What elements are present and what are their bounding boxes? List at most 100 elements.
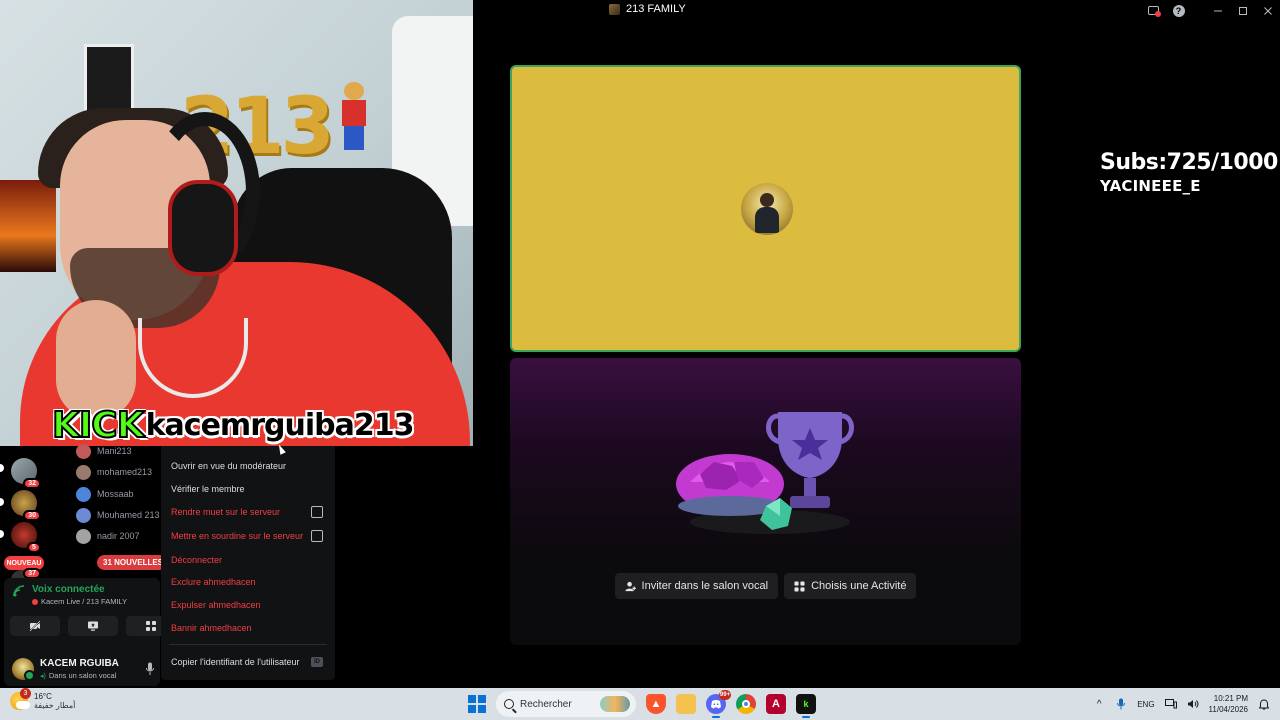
member-avatar: [76, 486, 91, 502]
subs-counter: Subs:725/1000: [1100, 150, 1278, 175]
help-icon: ?: [1172, 4, 1185, 17]
invite-voice-button[interactable]: Inviter dans le salon vocal: [614, 573, 779, 599]
kick-banner: KICK kacemrguiba213: [51, 405, 415, 447]
camera-off-button[interactable]: [10, 616, 60, 636]
member-name: mohamed213: [97, 467, 153, 477]
voice-status-icon: ◂): [40, 672, 46, 680]
unread-indicator: [0, 530, 4, 538]
server-mute-item[interactable]: Rendre muet sur le serveur: [171, 507, 280, 517]
microphone-tray-icon[interactable]: [1115, 698, 1127, 710]
weather-badge: 3: [20, 688, 31, 699]
inbox-icon: [1148, 6, 1161, 17]
server-deafen-checkbox[interactable]: [311, 530, 323, 542]
server-badge: 32: [23, 478, 41, 489]
window-title-text: 213 FAMILY: [626, 3, 686, 15]
windows-taskbar: 3 16°C أمطار خفيفة Rechercher ▲ 99+ A k …: [0, 688, 1280, 720]
window-title: 213 FAMILY: [609, 3, 686, 15]
search-highlight-icon: [600, 696, 630, 712]
user-status-text: Dans un salon vocal: [48, 671, 117, 680]
menu-divider: [169, 644, 327, 645]
minimize-icon: [1213, 10, 1222, 11]
brave-browser-icon[interactable]: ▲: [646, 694, 666, 714]
share-screen-button[interactable]: [68, 616, 118, 636]
member-avatar: [76, 464, 91, 480]
search-placeholder: Rechercher: [520, 698, 572, 710]
clock-time: 10:21 PM: [1213, 694, 1248, 703]
unread-indicator: [0, 498, 4, 506]
taskbar-apps: Rechercher ▲ 99+ A k: [468, 690, 816, 718]
member-item[interactable]: Mani213: [76, 442, 132, 460]
user-avatar[interactable]: [12, 658, 35, 681]
activity-illustration-icon: [676, 412, 854, 534]
participant-tile[interactable]: [510, 65, 1021, 352]
discord-logo-icon: [711, 700, 721, 709]
voice-connected-label[interactable]: Voix connectée: [32, 584, 127, 595]
volume-icon[interactable]: [1187, 698, 1199, 710]
close-icon: [1263, 6, 1272, 15]
voice-channel-path[interactable]: Kacem Live / 213 FAMILY: [32, 597, 127, 606]
close-button[interactable]: [1255, 0, 1280, 21]
activities-icon: [146, 621, 156, 631]
system-tray: ^ ENG 10:21 PM 11/04/2026: [1093, 688, 1270, 720]
ban-user-item[interactable]: Bannir ahmedhacen: [171, 623, 252, 633]
signal-icon: [13, 585, 25, 597]
server-icon-3[interactable]: 5: [11, 522, 41, 553]
maximize-button[interactable]: [1230, 0, 1255, 21]
discord-app-icon[interactable]: 99+: [706, 690, 731, 718]
member-item[interactable]: nadir 2007: [76, 527, 140, 545]
help-button[interactable]: ?: [1166, 0, 1191, 21]
kick-app-icon[interactable]: k: [796, 694, 816, 718]
weather-description: أمطار خفيفة: [34, 701, 76, 710]
verify-member-item[interactable]: Vérifier le membre: [171, 484, 245, 494]
streamer-hand: [56, 300, 136, 420]
maximize-icon: [1238, 6, 1247, 15]
minimize-button[interactable]: [1205, 0, 1230, 21]
timeout-user-item[interactable]: Exclure ahmedhacen: [171, 577, 256, 587]
file-explorer-icon[interactable]: [676, 694, 696, 714]
start-button[interactable]: [468, 695, 486, 713]
server-deafen-item[interactable]: Mettre en sourdine sur le serveur: [171, 531, 303, 541]
server-icon-2[interactable]: 30: [11, 490, 41, 521]
member-item[interactable]: Mossaab: [76, 485, 134, 503]
kick-logo: KICK: [51, 405, 146, 447]
clock-date: 11/04/2026: [1208, 705, 1248, 714]
user-name: KACEM RGUIBA: [40, 658, 119, 669]
language-indicator[interactable]: ENG: [1137, 700, 1154, 709]
server-icon-1[interactable]: 32: [11, 458, 41, 489]
inbox-button[interactable]: [1141, 0, 1166, 21]
member-item[interactable]: mohamed213: [76, 463, 152, 481]
weather-temperature: 16°C: [34, 692, 52, 701]
adobe-app-icon[interactable]: A: [766, 694, 786, 714]
participant-avatar: [741, 183, 793, 235]
kick-user-item[interactable]: Expulser ahmedhacen: [171, 600, 261, 610]
taskbar-search[interactable]: Rechercher: [496, 691, 636, 717]
weather-widget[interactable]: 3 16°C أمطار خفيفة: [10, 688, 76, 710]
choose-activity-button[interactable]: Choisis une Activité: [784, 573, 917, 599]
server-mute-checkbox[interactable]: [311, 506, 323, 518]
invite-voice-label: Inviter dans le salon vocal: [641, 580, 769, 592]
server-icon: [609, 3, 620, 15]
member-item[interactable]: Mouhamed 213: [76, 506, 160, 524]
network-icon[interactable]: [1164, 698, 1177, 710]
member-avatar: [76, 507, 91, 523]
server-badge: 30: [23, 510, 41, 521]
copy-user-id-item[interactable]: Copier l'identifiant de l'utilisateur: [171, 657, 300, 667]
member-name: nadir 2007: [97, 531, 140, 541]
kick-username: kacemrguiba213: [145, 408, 415, 443]
chrome-icon[interactable]: [736, 694, 756, 714]
microphone-icon[interactable]: [146, 662, 154, 676]
activity-icon: [794, 580, 805, 592]
notifications-icon[interactable]: [1258, 698, 1270, 710]
user-panel: KACEM RGUIBA ◂) Dans un salon vocal: [4, 652, 160, 686]
member-avatar: [76, 528, 91, 544]
title-bar: 213 FAMILY ?: [473, 0, 1280, 21]
subs-latest-name: YACINEEE_E: [1100, 177, 1201, 195]
new-messages-pill[interactable]: 31 NOUVELLES M: [97, 555, 167, 570]
live-dot-icon: [32, 598, 38, 605]
system-clock[interactable]: 10:21 PM 11/04/2026: [1209, 693, 1248, 715]
user-context-menu: Ouvrir en vue du modérateur Vérifier le …: [161, 446, 335, 680]
open-moderator-view-item[interactable]: Ouvrir en vue du modérateur: [171, 461, 286, 471]
chevron-up-icon[interactable]: ^: [1093, 698, 1105, 710]
server-badge: 5: [27, 542, 41, 553]
disconnect-item[interactable]: Déconnecter: [171, 555, 222, 565]
